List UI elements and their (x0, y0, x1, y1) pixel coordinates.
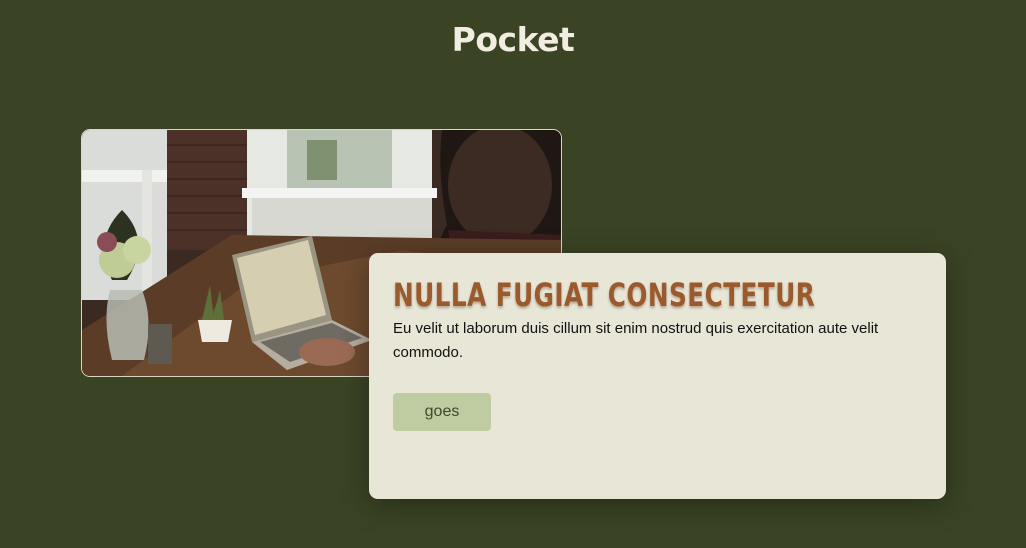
site-logo[interactable]: Pocket (0, 20, 1026, 59)
hero-card: Nulla fugiat consectetur Eu velit ut lab… (369, 253, 946, 499)
card-description: Eu velit ut laborum duis cillum sit enim… (393, 320, 879, 361)
card-title: Nulla fugiat consectetur (393, 276, 816, 314)
goes-button[interactable]: goes (393, 393, 491, 431)
